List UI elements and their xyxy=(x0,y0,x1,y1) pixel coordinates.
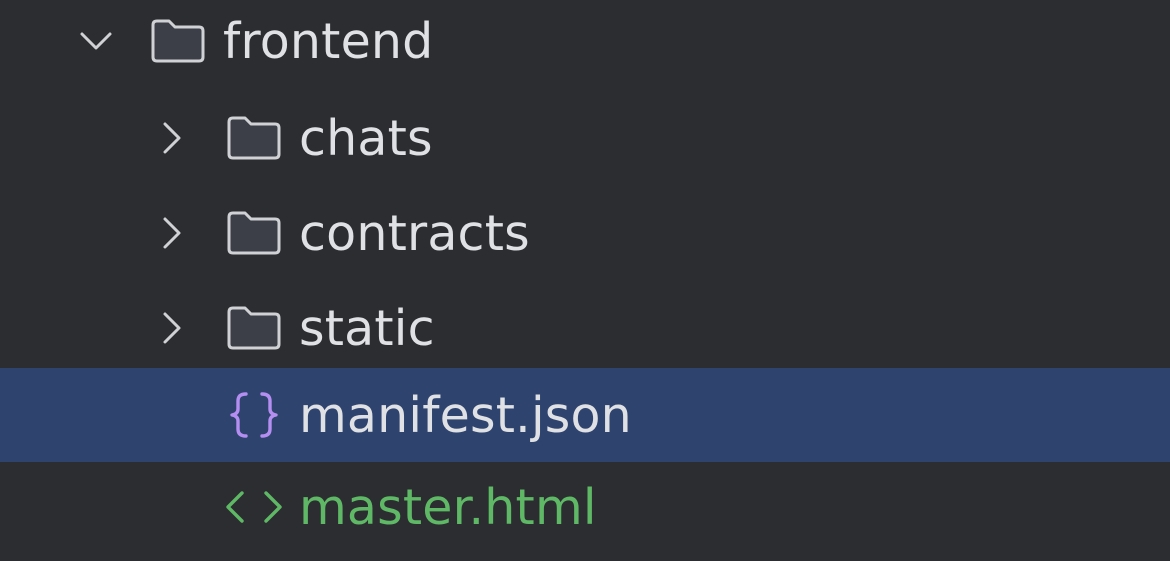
tree-node-manifest-json[interactable]: manifest.json xyxy=(0,368,1170,462)
tree-node-label: manifest.json xyxy=(299,386,632,444)
tree-node-label: chats xyxy=(299,109,433,167)
project-tree: frontend chats contracts static manifest… xyxy=(0,0,1170,561)
tree-node-chats[interactable]: chats xyxy=(0,91,1170,185)
chevron-right-icon[interactable] xyxy=(152,186,192,280)
json-braces-icon xyxy=(224,368,284,462)
folder-icon xyxy=(224,281,284,375)
tree-node-label: contracts xyxy=(299,204,530,262)
tree-node-static[interactable]: static xyxy=(0,281,1170,375)
tree-node-frontend[interactable]: frontend xyxy=(0,0,1170,88)
tree-node-label: static xyxy=(299,299,435,357)
chevron-right-icon[interactable] xyxy=(152,281,192,375)
tree-node-contracts[interactable]: contracts xyxy=(0,186,1170,280)
folder-icon xyxy=(224,186,284,280)
html-tag-icon xyxy=(224,460,284,554)
folder-icon xyxy=(224,91,284,185)
tree-node-master-html[interactable]: master.html xyxy=(0,460,1170,554)
chevron-down-icon[interactable] xyxy=(76,0,116,88)
folder-icon xyxy=(148,0,208,88)
tree-node-label: frontend xyxy=(223,12,434,70)
chevron-right-icon[interactable] xyxy=(152,91,192,185)
tree-node-label: master.html xyxy=(299,478,597,536)
